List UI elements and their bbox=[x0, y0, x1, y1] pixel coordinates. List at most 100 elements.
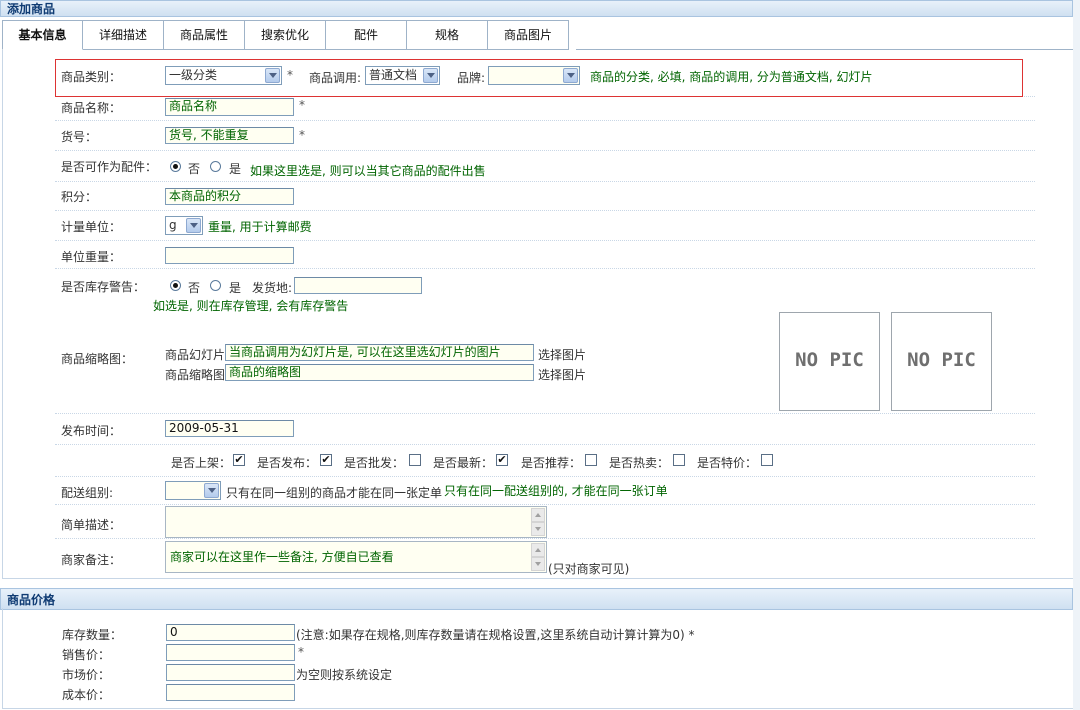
stock-warn-yes-label: 是 bbox=[229, 281, 242, 295]
unit-label: 计量单位： bbox=[61, 220, 122, 234]
brief-label: 简单描述： bbox=[61, 518, 122, 532]
row-divider bbox=[55, 150, 1035, 151]
category-label: 商品类别： bbox=[61, 70, 122, 84]
chevron-down-icon bbox=[204, 483, 219, 498]
row-divider bbox=[55, 476, 1035, 477]
scroll-down-icon[interactable] bbox=[531, 522, 545, 536]
cost-price-input[interactable] bbox=[166, 684, 295, 701]
tab-bar: 基本信息 详细描述 商品属性 搜索优化 配件 规格 商品图片 bbox=[2, 20, 569, 50]
accessory-no-label: 否 bbox=[188, 162, 201, 176]
publish-time-label: 发布时间： bbox=[61, 424, 122, 438]
flag-checkbox-newest[interactable]: ✔ bbox=[496, 454, 508, 466]
weight-label: 单位重量： bbox=[61, 250, 122, 264]
brand-label: 品牌: bbox=[457, 71, 486, 85]
flag-checkbox-wholesale[interactable] bbox=[409, 454, 421, 466]
scroll-up-icon[interactable] bbox=[531, 543, 545, 557]
slide-label: 商品幻灯片 bbox=[165, 348, 226, 362]
required-mark: * bbox=[287, 68, 293, 82]
ship-from-label: 发货地: bbox=[252, 281, 293, 295]
slide-image-input[interactable]: 当商品调用为幻灯片是, 可以在这里选幻灯片的图片 bbox=[225, 344, 534, 361]
brief-textarea[interactable] bbox=[165, 506, 547, 538]
thumbnail-label: 商品缩略图： bbox=[61, 352, 134, 366]
call-select-value: 普通文档 bbox=[369, 68, 418, 82]
textarea-scrollbar[interactable] bbox=[531, 508, 545, 536]
row-divider bbox=[55, 444, 1035, 445]
page-scrollbar[interactable] bbox=[1073, 0, 1080, 710]
row-divider bbox=[55, 210, 1035, 211]
flag-label-newest: 是否最新： bbox=[433, 456, 494, 470]
category-select-value: 一级分类 bbox=[169, 68, 218, 82]
name-label: 商品名称： bbox=[61, 101, 122, 115]
stock-qty-label: 库存数量： bbox=[62, 628, 123, 642]
required-mark: * bbox=[299, 128, 305, 142]
textarea-scrollbar[interactable] bbox=[531, 543, 545, 571]
chevron-down-icon bbox=[423, 68, 438, 83]
chevron-down-icon bbox=[563, 68, 578, 83]
memo-textarea[interactable]: 商家可以在这里作一些备注, 方便自已查看 bbox=[165, 541, 547, 573]
row-divider bbox=[55, 181, 1035, 182]
memo-label: 商家备注： bbox=[61, 553, 122, 567]
market-price-label: 市场价： bbox=[62, 668, 111, 682]
row-divider bbox=[55, 538, 1035, 539]
stock-warn-radio-no[interactable] bbox=[170, 280, 181, 291]
unit-hint: 重量, 用于计算邮费 bbox=[208, 220, 312, 234]
delivery-group-label: 配送组别: bbox=[61, 486, 114, 500]
ship-from-input[interactable] bbox=[294, 277, 422, 294]
tab-detail-description[interactable]: 详细描述 bbox=[83, 20, 164, 50]
sku-input[interactable]: 货号, 不能重复 bbox=[165, 127, 294, 144]
slide-select-image-button[interactable]: 选择图片 bbox=[538, 346, 586, 363]
stock-warn-label: 是否库存警告： bbox=[61, 280, 146, 294]
delivery-group-hint: 只有在同一配送组别的, 才能在同一张订单 bbox=[444, 484, 668, 498]
scroll-down-icon[interactable] bbox=[531, 557, 545, 571]
weight-input[interactable] bbox=[165, 247, 294, 264]
category-hint: 商品的分类, 必填, 商品的调用, 分为普通文档, 幻灯片 bbox=[590, 70, 873, 84]
points-input[interactable]: 本商品的积分 bbox=[165, 188, 294, 205]
section-title: 添加商品 bbox=[7, 2, 56, 16]
tab-images[interactable]: 商品图片 bbox=[488, 20, 569, 50]
tab-specs[interactable]: 规格 bbox=[407, 20, 488, 50]
brand-select[interactable] bbox=[488, 66, 580, 85]
sale-price-input[interactable] bbox=[166, 644, 295, 661]
flag-checkbox-hot[interactable] bbox=[673, 454, 685, 466]
flag-checkbox-publish[interactable]: ✔ bbox=[320, 454, 332, 466]
row-divider bbox=[55, 240, 1035, 241]
stock-warn-no-label: 否 bbox=[188, 281, 201, 295]
thumb-select-image-button[interactable]: 选择图片 bbox=[538, 366, 586, 383]
stock-qty-input[interactable]: 0 bbox=[166, 624, 295, 641]
accessory-radio-yes[interactable] bbox=[210, 161, 221, 172]
tab-attributes[interactable]: 商品属性 bbox=[164, 20, 245, 50]
points-label: 积分： bbox=[61, 190, 98, 204]
name-input[interactable]: 商品名称 bbox=[165, 98, 294, 116]
thumb-image-input[interactable]: 商品的缩略图 bbox=[225, 364, 534, 381]
tab-seo[interactable]: 搜索优化 bbox=[245, 20, 326, 50]
stock-warn-radio-yes[interactable] bbox=[210, 280, 221, 291]
flag-checkbox-special[interactable] bbox=[761, 454, 773, 466]
flag-checkbox-onshelf[interactable]: ✔ bbox=[233, 454, 245, 466]
accessory-label: 是否可作为配件： bbox=[61, 160, 158, 174]
call-label: 商品调用: bbox=[309, 71, 362, 85]
sale-price-label: 销售价： bbox=[62, 648, 111, 662]
scroll-up-icon[interactable] bbox=[531, 508, 545, 522]
sku-label: 货号： bbox=[61, 130, 98, 144]
call-select[interactable]: 普通文档 bbox=[365, 66, 440, 85]
row-divider bbox=[55, 413, 1035, 414]
chevron-down-icon bbox=[186, 218, 201, 233]
required-mark: * bbox=[299, 98, 305, 112]
delivery-group-select[interactable] bbox=[165, 481, 221, 500]
publish-time-input[interactable]: 2009-05-31 bbox=[165, 420, 294, 437]
required-mark: * bbox=[298, 645, 304, 659]
tab-basic-info[interactable]: 基本信息 bbox=[2, 20, 83, 50]
market-price-input[interactable] bbox=[166, 664, 295, 681]
tab-accessories[interactable]: 配件 bbox=[326, 20, 407, 50]
accessory-radio-no[interactable] bbox=[170, 161, 181, 172]
chevron-down-icon bbox=[265, 68, 280, 83]
flag-checkbox-recommend[interactable] bbox=[585, 454, 597, 466]
row-divider bbox=[55, 268, 1035, 269]
price-panel bbox=[2, 608, 1075, 709]
category-select[interactable]: 一级分类 bbox=[165, 66, 282, 85]
unit-select[interactable]: g bbox=[165, 216, 203, 235]
flag-label-hot: 是否热卖： bbox=[609, 456, 670, 470]
flag-label-special: 是否特价： bbox=[697, 456, 758, 470]
cost-price-label: 成本价： bbox=[62, 688, 111, 702]
flag-label-publish: 是否发布： bbox=[257, 456, 318, 470]
